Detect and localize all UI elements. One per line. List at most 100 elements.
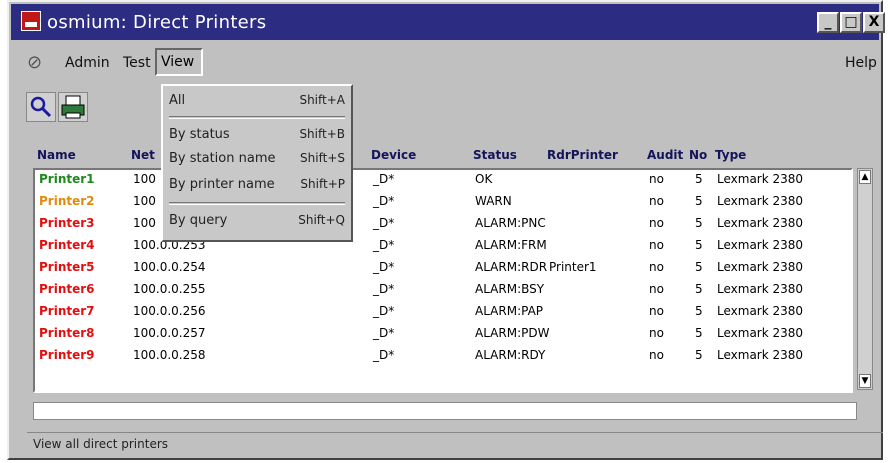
menu-label: By status (169, 127, 230, 142)
col-type[interactable]: Type (715, 148, 746, 162)
status-bar: View all direct printers (27, 432, 883, 454)
cell-type: Lexmark 2380 (717, 194, 804, 208)
cell-status: ALARM:PNC (475, 216, 546, 230)
cell-net: 100.0.0.255 (133, 282, 206, 296)
cell-name: Printer7 (39, 304, 95, 318)
cell-audit: no (649, 238, 664, 252)
cell-name: Printer9 (39, 348, 95, 362)
title-bar: osmium: Direct Printers _ □ X (11, 4, 885, 40)
cell-audit: no (649, 304, 664, 318)
horizontal-scrollbar[interactable] (33, 402, 857, 420)
cell-audit: no (649, 260, 664, 274)
table-row[interactable]: Printer9 100.0.0.258 _D* ALARM:RDY no 5 Lexmar… (35, 348, 851, 370)
cell-device: _D* (373, 194, 395, 208)
cell-audit: no (649, 172, 664, 186)
cell-no: 5 (695, 216, 703, 230)
cell-rdr: Printer1 (549, 260, 597, 274)
view-menu-by-printer-name[interactable]: By printer name Shift+P (163, 174, 351, 196)
col-audit[interactable]: Audit (647, 148, 683, 162)
cell-device: _D* (373, 172, 395, 186)
search-icon (30, 96, 52, 118)
cell-net: 100.0.0.257 (133, 326, 206, 340)
printer-icon (61, 95, 85, 119)
cell-audit: no (649, 326, 664, 340)
menu-admin[interactable]: Admin (65, 55, 110, 71)
cell-device: _D* (373, 304, 395, 318)
cell-net: 100.0.0.254 (133, 260, 206, 274)
menu-label: By station name (169, 151, 276, 166)
cell-audit: no (649, 216, 664, 230)
printer-button[interactable] (58, 92, 88, 122)
table-row[interactable]: Printer4 100.0.0.253 _D* ALARM:FRM no 5 Lexmar… (35, 238, 851, 260)
cell-type: Lexmark 2380 (717, 238, 804, 252)
scroll-up-icon[interactable]: ▲ (859, 170, 871, 184)
col-status[interactable]: Status (473, 148, 517, 162)
col-rdrprinter[interactable]: RdrPrinter (547, 148, 618, 162)
menu-shortcut: Shift+Q (298, 213, 345, 227)
cell-type: Lexmark 2380 (717, 282, 804, 296)
cell-name: Printer4 (39, 238, 95, 252)
cell-status: WARN (475, 194, 512, 208)
view-menu-dropdown: All Shift+A By status Shift+B By station… (161, 84, 353, 242)
cell-device: _D* (373, 326, 395, 340)
printer-list-panel: Name Net Device Status RdrPrinter Audit … (33, 142, 873, 393)
cell-type: Lexmark 2380 (717, 348, 804, 362)
view-menu-by-query[interactable]: By query Shift+Q (163, 210, 351, 232)
cell-status: ALARM:BSY (475, 282, 545, 296)
menu-shortcut: Shift+S (300, 151, 345, 165)
table-row[interactable]: Printer5 100.0.0.254 _D* ALARM:RDR Printer1 n… (35, 260, 851, 282)
cell-net: 100 (133, 172, 156, 186)
cell-status: ALARM:RDY (475, 348, 546, 362)
printer-list[interactable]: Printer1 100 _D* OK no 5 Lexmark 2380 Printer2 1… (33, 168, 853, 393)
menu-label: By query (169, 213, 228, 228)
menu-bar: ⊘ Admin Test View Help (11, 42, 879, 86)
cell-type: Lexmark 2380 (717, 260, 804, 274)
table-row[interactable]: Printer1 100 _D* OK no 5 Lexmark 2380 (35, 172, 851, 194)
menu-shortcut: Shift+A (299, 93, 345, 107)
menu-help[interactable]: Help (845, 55, 877, 71)
table-row[interactable]: Printer3 100 _D* ALARM:PNC no 5 Lexmark 2380 (35, 216, 851, 238)
cell-name: Printer2 (39, 194, 95, 208)
table-row[interactable]: Printer2 100 _D* WARN no 5 Lexmark 2380 (35, 194, 851, 216)
cell-device: _D* (373, 238, 395, 252)
app-icon[interactable] (21, 11, 41, 31)
scroll-down-icon[interactable]: ▼ (859, 374, 871, 388)
cell-type: Lexmark 2380 (717, 326, 804, 340)
cell-net: 100 (133, 194, 156, 208)
cell-audit: no (649, 348, 664, 362)
view-menu-all[interactable]: All Shift+A (163, 90, 351, 112)
vertical-scrollbar[interactable]: ▲ ▼ (857, 168, 873, 390)
menu-test[interactable]: Test (123, 55, 151, 71)
menu-separator (169, 116, 345, 119)
maximize-button[interactable]: □ (840, 12, 862, 33)
view-menu-by-station-name[interactable]: By station name Shift+S (163, 148, 351, 170)
menu-label: All (169, 93, 186, 108)
cell-no: 5 (695, 282, 703, 296)
app-window: osmium: Direct Printers _ □ X ⊘ Admin Te… (7, 0, 885, 460)
col-name[interactable]: Name (37, 148, 76, 162)
col-net[interactable]: Net (131, 148, 155, 162)
view-menu-by-status[interactable]: By status Shift+B (163, 124, 351, 146)
col-device[interactable]: Device (371, 148, 416, 162)
col-no[interactable]: No (689, 148, 707, 162)
table-row[interactable]: Printer8 100.0.0.257 _D* ALARM:PDW no 5 Lexmar… (35, 326, 851, 348)
cell-name: Printer5 (39, 260, 95, 274)
cell-name: Printer1 (39, 172, 95, 186)
window-title: osmium: Direct Printers (47, 12, 267, 33)
minimize-button[interactable]: _ (817, 12, 839, 33)
menu-view[interactable]: View (155, 48, 203, 76)
search-button[interactable] (26, 92, 56, 122)
cell-no: 5 (695, 194, 703, 208)
cell-audit: no (649, 282, 664, 296)
cell-device: _D* (373, 348, 395, 362)
cell-net: 100.0.0.258 (133, 348, 206, 362)
cell-name: Printer3 (39, 216, 95, 230)
cell-no: 5 (695, 172, 703, 186)
menu-label: By printer name (169, 177, 275, 192)
cell-device: _D* (373, 282, 395, 296)
cell-no: 5 (695, 238, 703, 252)
table-row[interactable]: Printer7 100.0.0.256 _D* ALARM:PAP no 5 Lexmar… (35, 304, 851, 326)
table-row[interactable]: Printer6 100.0.0.255 _D* ALARM:BSY no 5 Lexmar… (35, 282, 851, 304)
cell-status: ALARM:FRM (475, 238, 547, 252)
close-button[interactable]: X (863, 12, 885, 33)
